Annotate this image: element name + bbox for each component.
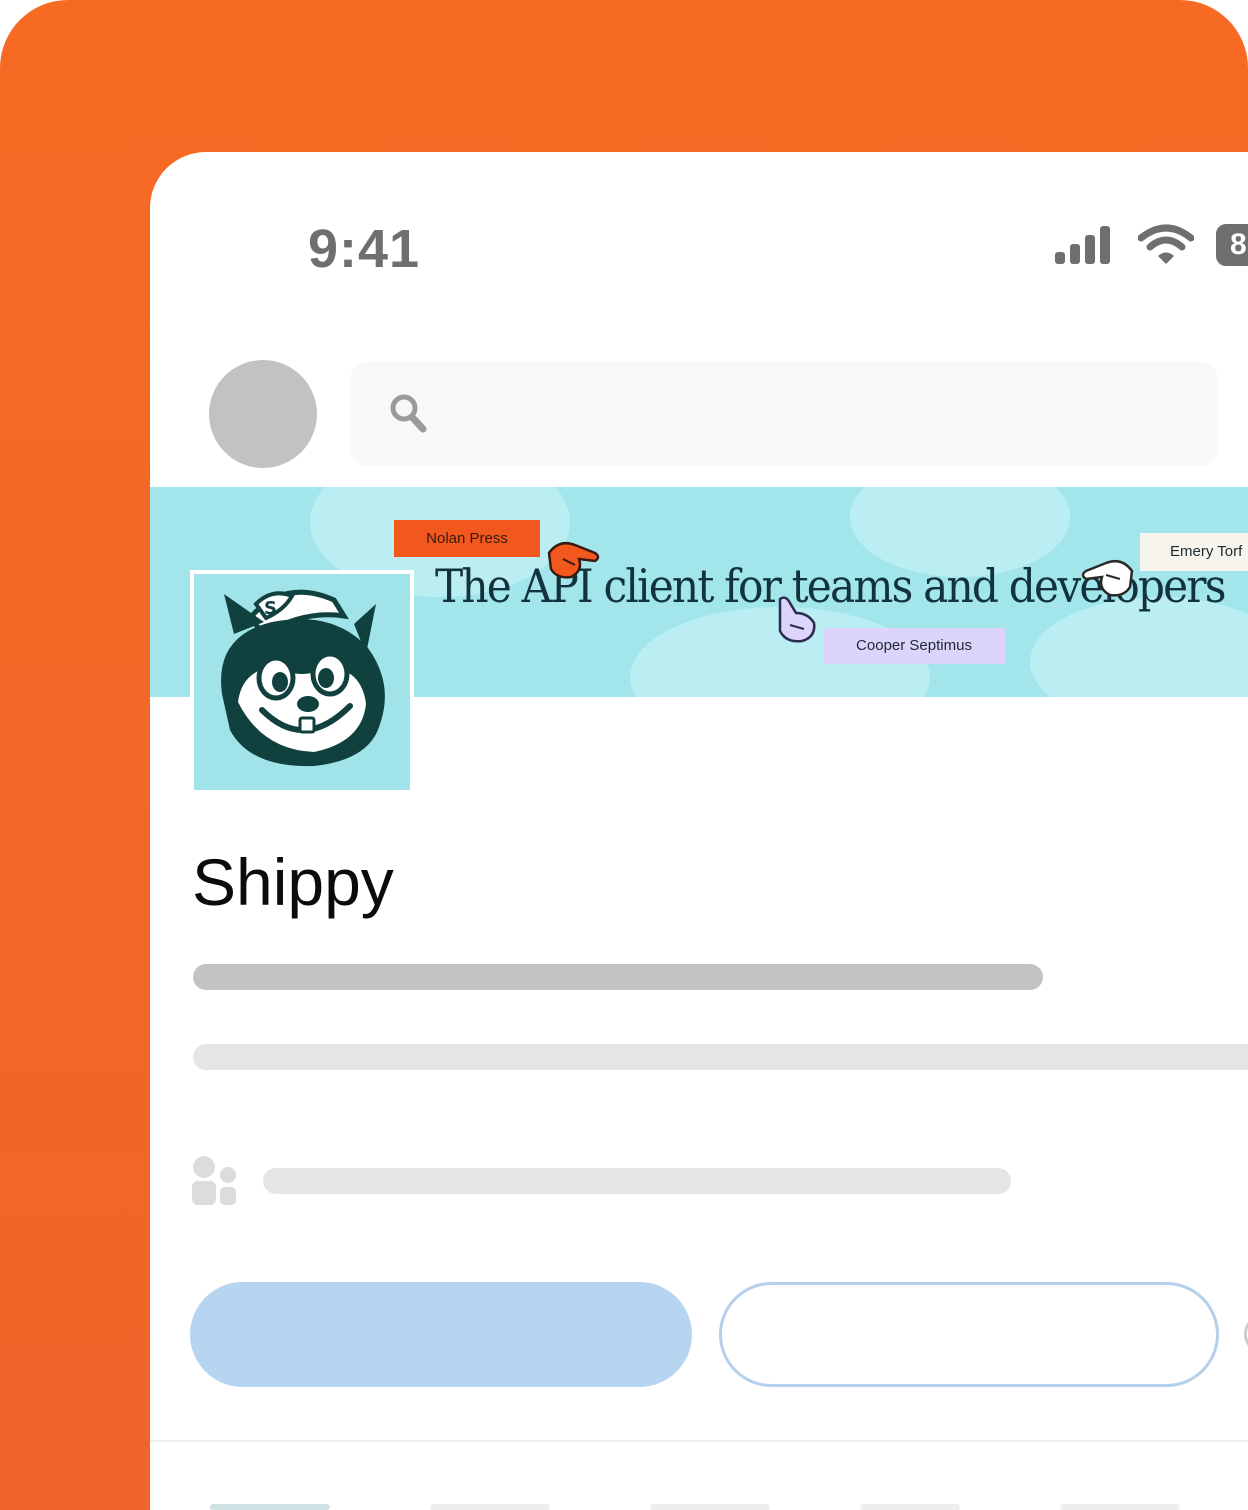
- skeleton-line-tagline: [193, 964, 1043, 990]
- search-input[interactable]: [350, 362, 1218, 466]
- cellular-signal-icon: [1055, 226, 1110, 264]
- secondary-action-button[interactable]: [719, 1282, 1219, 1387]
- section-divider: [150, 1440, 1248, 1442]
- search-icon: [390, 394, 427, 433]
- primary-action-button[interactable]: [190, 1282, 692, 1387]
- avatar[interactable]: [209, 360, 317, 468]
- svg-text:S: S: [264, 598, 277, 619]
- profile-name: Shippy: [192, 845, 394, 919]
- profile-logo[interactable]: S: [190, 570, 414, 792]
- more-button-edge[interactable]: [1244, 1314, 1248, 1354]
- tab-stub-3[interactable]: [650, 1504, 770, 1510]
- skeleton-line-followers: [263, 1168, 1011, 1194]
- skeleton-line-description: [193, 1044, 1248, 1070]
- white-hand-pointer-icon: [1081, 560, 1134, 597]
- battery-icon: 8: [1216, 224, 1248, 266]
- collaborator-tag-nolan: Nolan Press: [394, 520, 540, 557]
- tab-indicator: [210, 1504, 330, 1510]
- tab-stub-5[interactable]: [1060, 1504, 1180, 1510]
- collaborator-tag-cooper: Cooper Septimus: [823, 628, 1005, 664]
- orange-hand-pointer-icon: [547, 542, 600, 579]
- people-icon: [192, 1156, 236, 1205]
- phone-screen: 9:41 8 The API client for teams and deve…: [150, 152, 1248, 1510]
- tab-stub-2[interactable]: [430, 1504, 550, 1510]
- squirrel-mascot-logo: S: [221, 589, 385, 767]
- tab-stub-4[interactable]: [860, 1504, 960, 1510]
- wifi-icon: [1138, 224, 1194, 264]
- collaborator-tag-emery: Emery Torf: [1140, 533, 1248, 571]
- purple-hand-pointer-icon: [778, 596, 816, 643]
- logo-tile: S: [194, 574, 410, 790]
- status-time: 9:41: [308, 219, 421, 279]
